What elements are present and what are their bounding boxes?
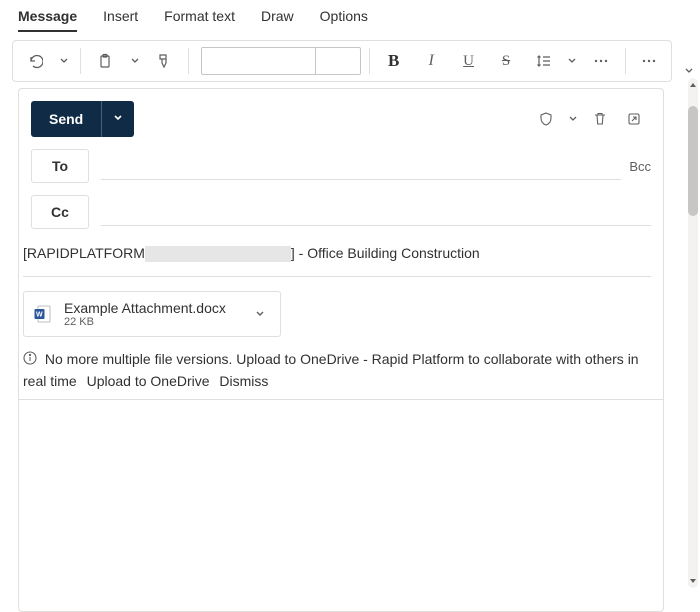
- cc-row: Cc: [19, 189, 663, 235]
- format-painter-button[interactable]: [148, 45, 179, 77]
- dismiss-link[interactable]: Dismiss: [219, 373, 268, 389]
- attachment-size: 22 KB: [64, 316, 238, 329]
- to-button[interactable]: To: [31, 149, 89, 183]
- subject-text: [RAPIDPLATFORM] - Office Building Constr…: [23, 245, 480, 262]
- ribbon-tabbar: Message Insert Format text Draw Options: [0, 0, 700, 34]
- scroll-up-arrow[interactable]: [688, 78, 698, 92]
- compose-pane: Send To Bcc Cc [RAPIDPLATFORM] - Office …: [18, 88, 664, 612]
- redacted-segment: [145, 246, 291, 262]
- discard-button[interactable]: [583, 102, 617, 136]
- line-spacing-dropdown[interactable]: [565, 45, 579, 77]
- paste-button[interactable]: [89, 45, 120, 77]
- overflow-button[interactable]: [634, 45, 665, 77]
- more-formatting-button[interactable]: [585, 45, 616, 77]
- underline-button[interactable]: U: [453, 45, 484, 77]
- subject-row[interactable]: [RAPIDPLATFORM] - Office Building Constr…: [19, 235, 663, 270]
- tab-draw[interactable]: Draw: [261, 8, 294, 32]
- bcc-toggle[interactable]: Bcc: [629, 159, 651, 174]
- font-size-input[interactable]: [316, 48, 360, 74]
- upload-to-onedrive-link[interactable]: Upload to OneDrive: [87, 373, 210, 389]
- send-button[interactable]: Send: [31, 101, 101, 137]
- scroll-down-arrow[interactable]: [688, 574, 698, 588]
- popout-button[interactable]: [617, 102, 651, 136]
- tab-format-text[interactable]: Format text: [164, 8, 235, 32]
- divider: [369, 48, 370, 74]
- line-spacing-button[interactable]: [528, 45, 559, 77]
- strikethrough-button[interactable]: S: [490, 45, 521, 77]
- encryption-dropdown[interactable]: [563, 102, 583, 136]
- send-dropdown[interactable]: [101, 101, 134, 137]
- attachment-chip[interactable]: W Example Attachment.docx 22 KB: [23, 291, 281, 337]
- svg-text:W: W: [36, 312, 43, 319]
- to-input[interactable]: [101, 152, 621, 180]
- font-name-input[interactable]: [202, 48, 316, 74]
- undo-button[interactable]: [19, 45, 50, 77]
- onedrive-info-bar: No more multiple file versions. Upload t…: [19, 337, 663, 400]
- tab-options[interactable]: Options: [320, 8, 368, 32]
- divider: [625, 48, 626, 74]
- font-selector[interactable]: [201, 47, 361, 75]
- send-row: Send: [19, 89, 663, 143]
- formatting-toolbar: B I U S: [12, 40, 672, 82]
- scroll-thumb[interactable]: [688, 106, 698, 216]
- cc-button[interactable]: Cc: [31, 195, 89, 229]
- word-file-icon: W: [32, 303, 54, 325]
- to-row: To Bcc: [19, 143, 663, 189]
- tab-message[interactable]: Message: [18, 8, 77, 32]
- attachment-name: Example Attachment.docx: [64, 300, 238, 316]
- italic-button[interactable]: I: [415, 45, 446, 77]
- info-icon: [23, 352, 41, 368]
- undo-dropdown[interactable]: [56, 45, 72, 77]
- divider: [80, 48, 81, 74]
- vertical-scrollbar[interactable]: [688, 78, 698, 588]
- bold-button[interactable]: B: [378, 45, 409, 77]
- attachment-menu[interactable]: [248, 308, 272, 320]
- divider: [188, 48, 189, 74]
- tab-insert[interactable]: Insert: [103, 8, 138, 32]
- cc-input[interactable]: [101, 198, 651, 226]
- paste-dropdown[interactable]: [127, 45, 143, 77]
- encryption-button[interactable]: [529, 102, 563, 136]
